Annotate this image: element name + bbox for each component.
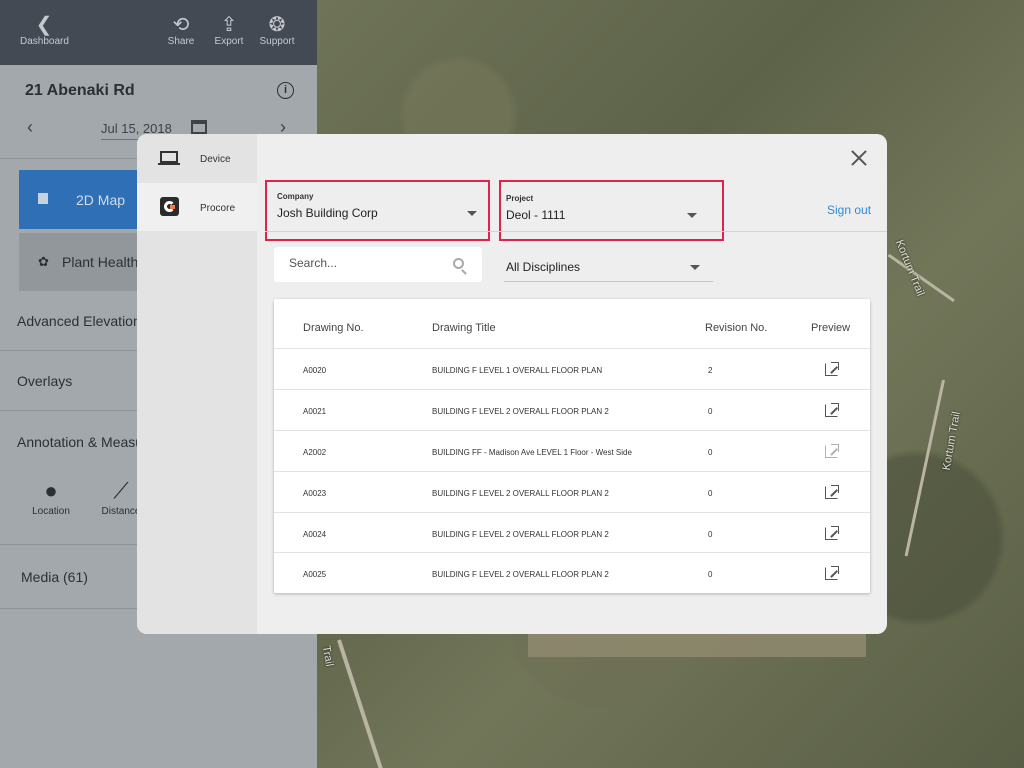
source-device[interactable]: Device [137, 134, 257, 182]
import-drawing-dialog: Device Procore Company Josh Building Cor… [137, 134, 887, 634]
support-label: Support [259, 36, 295, 47]
table-row[interactable]: A2002 BUILDING FF - Madison Ave LEVEL 1 … [274, 430, 870, 471]
revision-no: 0 [708, 448, 713, 457]
drawing-title: BUILDING F LEVEL 2 OVERALL FLOOR PLAN 2 [432, 530, 609, 539]
export-button[interactable]: ⇪ Export [210, 14, 248, 47]
support-button[interactable]: ❂ Support [255, 14, 299, 47]
distance-label: Distance [101, 506, 141, 517]
share-icon: ⟲ [172, 14, 190, 36]
open-external-icon[interactable] [825, 362, 839, 376]
disciplines-select[interactable]: All Disciplines [504, 254, 713, 282]
drawing-title: BUILDING F LEVEL 1 OVERALL FLOOR PLAN [432, 366, 603, 375]
distance-tool[interactable]: ⟋ Distance [101, 478, 141, 517]
sign-out-link[interactable]: Sign out [827, 203, 871, 217]
source-device-label: Device [200, 154, 231, 165]
column-header-preview: Preview [811, 322, 851, 334]
drawing-title: BUILDING FF - Madison Ave LEVEL 1 Floor … [432, 448, 632, 457]
table-row[interactable]: A0023 BUILDING F LEVEL 2 OVERALL FLOOR P… [274, 471, 870, 512]
open-external-icon[interactable] [825, 485, 839, 499]
dashboard-label: Dashboard [20, 36, 69, 47]
open-external-icon[interactable] [825, 444, 839, 458]
drawing-title: BUILDING F LEVEL 2 OVERALL FLOOR PLAN 2 [432, 489, 609, 498]
map-pin-icon: ● [44, 478, 58, 503]
source-procore-label: Procore [200, 203, 236, 214]
revision-no: 0 [708, 570, 713, 579]
section-media[interactable]: Media (61) [21, 569, 88, 585]
drawing-title: BUILDING F LEVEL 2 OVERALL FLOOR PLAN 2 [432, 570, 609, 579]
divider [265, 231, 887, 232]
caret-down-icon [690, 265, 700, 270]
revision-no: 0 [708, 407, 713, 416]
location-tool[interactable]: ● Location [31, 478, 71, 517]
table-row[interactable]: A0020 BUILDING F LEVEL 1 OVERALL FLOOR P… [274, 348, 870, 389]
dashboard-button[interactable]: ❮ Dashboard [20, 14, 69, 47]
drawing-no: A0020 [303, 366, 327, 375]
site-title: 21 Abenaki Rd [25, 82, 135, 99]
export-icon: ⇪ [220, 14, 238, 36]
calendar-icon[interactable] [191, 120, 207, 134]
column-header-drawing-no: Drawing No. [303, 322, 364, 334]
arrow-left-icon: ❮ [35, 14, 53, 36]
map-label: Trail [319, 644, 336, 668]
map-road [337, 639, 385, 768]
open-external-icon[interactable] [825, 526, 839, 540]
drawing-no: A0025 [303, 570, 327, 579]
close-button[interactable] [849, 148, 869, 168]
laptop-icon [158, 151, 180, 166]
open-external-icon[interactable] [825, 403, 839, 417]
drawings-table: Drawing No. Drawing Title Revision No. P… [274, 299, 870, 593]
share-button[interactable]: ⟲ Share [163, 14, 199, 47]
map-road [904, 379, 945, 557]
table-row[interactable]: A0021 BUILDING F LEVEL 2 OVERALL FLOOR P… [274, 389, 870, 430]
chevron-left-icon[interactable]: ‹ [27, 117, 33, 138]
leaf-icon: ✿ [38, 254, 49, 269]
plant-health-label: Plant Health [62, 254, 139, 270]
drawing-no: A2002 [303, 448, 327, 457]
column-header-drawing-title: Drawing Title [432, 322, 496, 334]
procore-logo-icon [160, 197, 179, 216]
top-toolbar: ❮ Dashboard ⟲ Share ⇪ Export ❂ Support [0, 0, 317, 65]
map-label: Kortum Trail [940, 410, 963, 472]
source-sidebar: Device Procore [137, 134, 257, 634]
search-box [274, 247, 482, 282]
drawing-no: A0024 [303, 530, 327, 539]
export-label: Export [214, 36, 244, 47]
disciplines-value: All Disciplines [506, 260, 581, 274]
revision-no: 2 [708, 366, 713, 375]
revision-no: 0 [708, 489, 713, 498]
location-label: Location [32, 506, 70, 517]
revision-no: 0 [708, 530, 713, 539]
map-label: Kortum Trail [892, 238, 927, 298]
drawing-title: BUILDING F LEVEL 2 OVERALL FLOOR PLAN 2 [432, 407, 609, 416]
section-overlays[interactable]: Overlays [17, 373, 72, 389]
section-annotation[interactable]: Annotation & Measu [17, 434, 143, 450]
map-icon [38, 193, 48, 204]
lifebuoy-icon: ❂ [268, 14, 286, 36]
ruler-icon: ⟋ [113, 478, 129, 503]
info-icon[interactable]: i [277, 82, 294, 99]
share-label: Share [167, 36, 195, 47]
drawing-no: A0021 [303, 407, 327, 416]
section-advanced-elevation[interactable]: Advanced Elevation [17, 313, 141, 329]
column-header-revision-no: Revision No. [705, 322, 768, 334]
table-row[interactable]: A0025 BUILDING F LEVEL 2 OVERALL FLOOR P… [274, 552, 870, 593]
search-icon [453, 258, 464, 269]
open-external-icon[interactable] [825, 566, 839, 580]
drawing-no: A0023 [303, 489, 327, 498]
source-procore[interactable]: Procore [137, 183, 257, 231]
map-2d-label: 2D Map [76, 192, 126, 208]
search-input[interactable] [289, 256, 449, 270]
table-row[interactable]: A0024 BUILDING F LEVEL 2 OVERALL FLOOR P… [274, 512, 870, 553]
